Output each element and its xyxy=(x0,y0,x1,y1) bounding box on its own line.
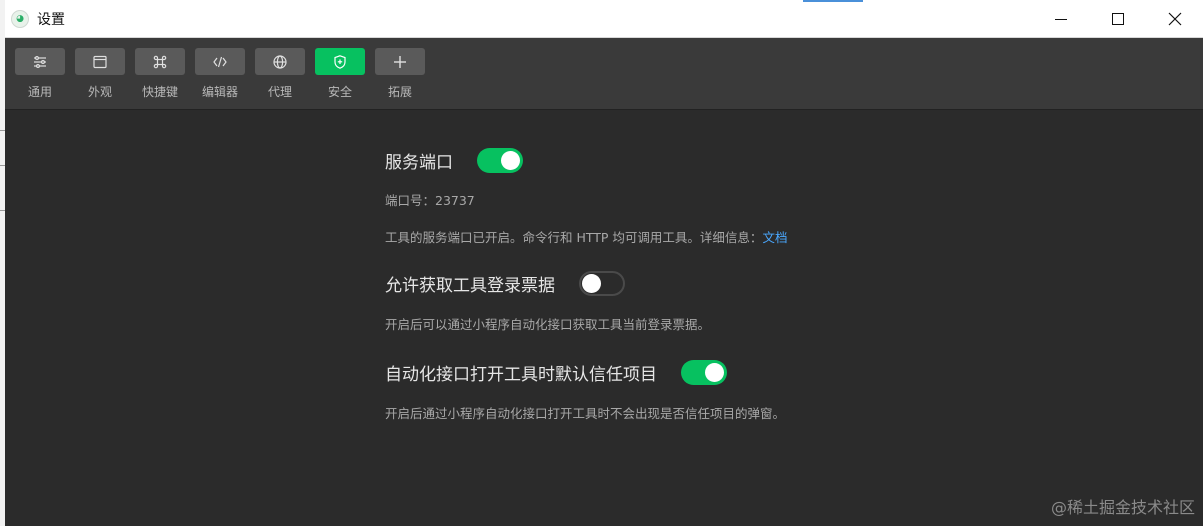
login-ticket-section: 允许获取工具登录票据 开启后可以通过小程序自动化接口获取工具当前登录票据。 xyxy=(385,269,710,333)
plus-icon xyxy=(394,55,406,68)
tab-general[interactable]: 通用 xyxy=(14,48,66,100)
tab-editor[interactable]: 编辑器 xyxy=(194,48,246,100)
watermark: @稀土掘金技术社区 xyxy=(1050,498,1195,517)
service-port-section: 服务端口 端口号：23737 工具的服务端口已开启。命令行和 HTTP 均可调用… xyxy=(385,146,787,246)
window-icon xyxy=(93,55,107,68)
security-settings-panel: 服务端口 端口号：23737 工具的服务端口已开启。命令行和 HTTP 均可调用… xyxy=(5,111,1203,526)
trust-project-title: 自动化接口打开工具时默认信任项目 xyxy=(385,364,657,385)
sliders-icon xyxy=(34,55,46,68)
tab-label: 安全 xyxy=(327,85,352,99)
service-port-description: 工具的服务端口已开启。命令行和 HTTP 均可调用工具。详细信息：文档 xyxy=(385,230,788,245)
maximize-icon xyxy=(1111,13,1124,25)
minimize-icon xyxy=(1054,18,1067,20)
globe-icon xyxy=(273,54,287,69)
title-bar: ◕ 设置 xyxy=(5,0,1203,38)
app-logo-icon: ◕ xyxy=(11,9,29,28)
login-ticket-description: 开启后可以通过小程序自动化接口获取工具当前登录票据。 xyxy=(385,317,711,332)
tab-appearance[interactable]: 外观 xyxy=(74,48,126,100)
close-button[interactable] xyxy=(1146,0,1203,38)
tab-label: 拓展 xyxy=(387,85,412,99)
maximize-button[interactable] xyxy=(1089,0,1146,38)
close-icon xyxy=(1168,12,1181,26)
tab-label: 代理 xyxy=(267,85,292,99)
tab-shortcuts[interactable]: 快捷键 xyxy=(134,48,186,100)
minimize-button[interactable] xyxy=(1032,0,1089,38)
shield-icon xyxy=(334,54,346,69)
command-icon xyxy=(153,55,167,68)
code-icon xyxy=(213,56,227,67)
trust-project-section: 自动化接口打开工具时默认信任项目 开启后通过小程序自动化接口打开工具时不会出现是… xyxy=(385,358,785,422)
settings-window: ◕ 设置 通用 外观 快捷键 编辑器 代理 安全 拓展 服务端口 端口号：237… xyxy=(5,0,1203,526)
trust-project-description: 开启后通过小程序自动化接口打开工具时不会出现是否信任项目的弹窗。 xyxy=(385,406,786,421)
tab-label: 通用 xyxy=(27,85,52,99)
service-port-title: 服务端口 xyxy=(385,152,453,173)
login-ticket-toggle[interactable] xyxy=(579,270,625,296)
login-ticket-title: 允许获取工具登录票据 xyxy=(385,275,555,296)
tab-label: 外观 xyxy=(87,85,112,99)
port-number: 端口号：23737 xyxy=(385,193,475,208)
service-port-toggle[interactable] xyxy=(477,147,523,173)
tab-label: 快捷键 xyxy=(141,85,178,99)
tab-extensions[interactable]: 拓展 xyxy=(374,48,426,100)
window-title: 设置 xyxy=(37,11,65,28)
tab-label: 编辑器 xyxy=(201,85,238,99)
trust-project-toggle[interactable] xyxy=(681,359,727,385)
doc-link[interactable]: 文档 xyxy=(762,230,787,245)
tab-security[interactable]: 安全 xyxy=(314,48,366,100)
tab-proxy[interactable]: 代理 xyxy=(254,48,306,100)
settings-toolbar: 通用 外观 快捷键 编辑器 代理 安全 拓展 xyxy=(5,38,1203,110)
